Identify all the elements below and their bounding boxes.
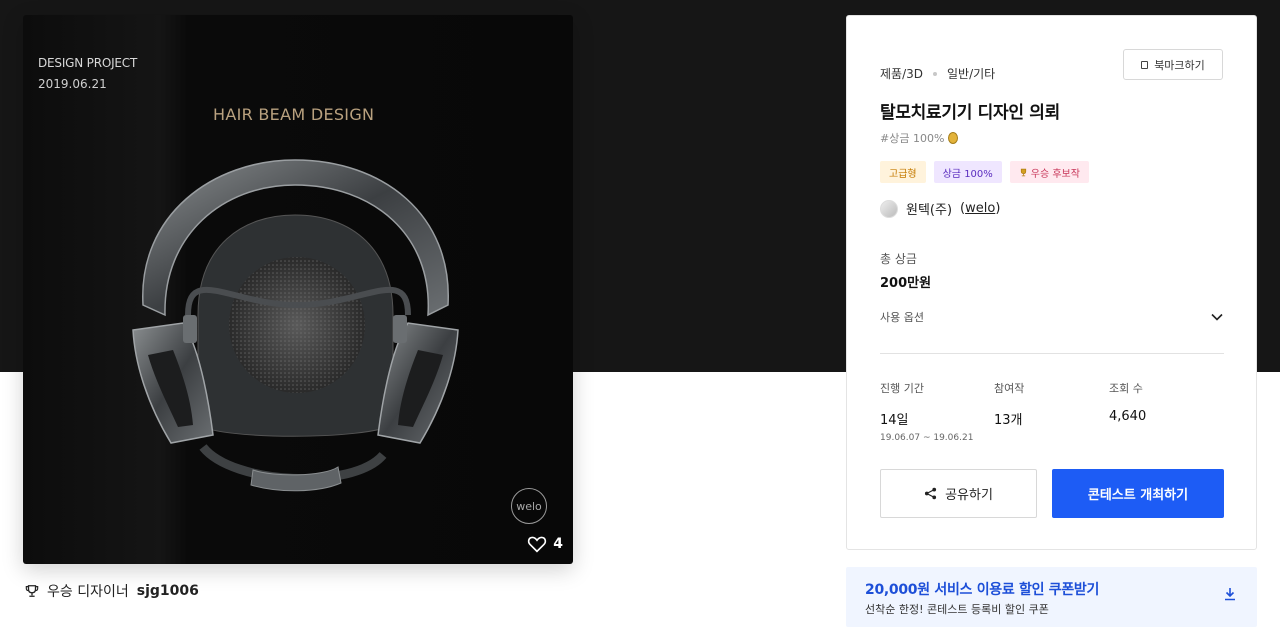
- tag-prize: 상금 100%: [933, 161, 1002, 183]
- host-contest-button[interactable]: 콘테스트 개최하기: [1052, 469, 1224, 518]
- like-button[interactable]: 4: [527, 535, 563, 553]
- heart-icon: [528, 536, 547, 553]
- coupon-banner[interactable]: 20,000원 서비스 이용료 할인 쿠폰받기 선착순 한정! 콘테스트 등록비…: [846, 567, 1257, 627]
- contest-info-card: 제품/3D 일반/기타 북마크하기 탈모치료기기 디자인 의뢰 #상금 100%…: [846, 15, 1257, 550]
- company-avatar: [880, 199, 898, 218]
- category-link[interactable]: 제품/3D: [880, 65, 923, 82]
- coupon-title: 20,000원 서비스 이용료 할인 쿠폰받기: [865, 582, 1100, 598]
- period-value: 14일: [880, 413, 909, 428]
- subcategory-link[interactable]: 일반/기타: [947, 65, 995, 82]
- tag-list: 고급형 상금 100% 우승 후보작: [880, 161, 1089, 183]
- bookmark-icon: [1141, 60, 1149, 69]
- winner-label: 우승 디자이너: [47, 584, 129, 600]
- device-render: [132, 159, 459, 492]
- contest-artwork[interactable]: DESIGN PROJECT 2019.06.21 HAIR BEAM DESI…: [23, 15, 573, 564]
- tag-candidate-label: 우승 후보작: [1030, 168, 1080, 180]
- usage-options-label: 사용 옵션: [880, 311, 924, 324]
- artwork-project-label: DESIGN PROJECT: [38, 56, 138, 70]
- company-handle[interactable]: welo: [965, 201, 995, 216]
- winner-name[interactable]: sjg1006: [137, 583, 199, 599]
- share-label: 공유하기: [945, 488, 993, 503]
- trophy-icon: [1020, 168, 1026, 176]
- bookmark-button[interactable]: 북마크하기: [1123, 49, 1223, 80]
- contest-title: 탈모치료기기 디자인 의뢰: [880, 103, 1060, 123]
- winner-designer: 우승 디자이너 sjg1006: [25, 581, 199, 601]
- views-label: 조회 수: [1109, 382, 1143, 395]
- stat-views: 조회 수 4,640: [1109, 380, 1146, 424]
- total-prize-label: 총 상금: [880, 252, 917, 266]
- views-value: 4,640: [1109, 409, 1147, 424]
- participants-value: 13개: [994, 413, 1023, 428]
- download-icon[interactable]: [1223, 586, 1237, 602]
- company-info[interactable]: 원텍(주) (welo): [880, 199, 1000, 218]
- trophy-icon: [25, 585, 39, 597]
- medal-icon: [948, 132, 959, 144]
- separator-dot: [933, 71, 937, 76]
- share-button[interactable]: 공유하기: [880, 469, 1037, 518]
- divider: [880, 353, 1224, 354]
- stat-participants: 참여작 13개: [994, 380, 1024, 428]
- hashtag-text: #상금 100%: [880, 132, 945, 145]
- tag-premium: 고급형: [880, 161, 926, 183]
- share-icon: [925, 487, 937, 500]
- participants-label: 참여작: [994, 382, 1025, 395]
- company-name: 원텍(주): [906, 203, 953, 218]
- stat-period: 진행 기간 14일 19.06.07 ~ 19.06.21: [880, 380, 973, 443]
- artwork-date: 2019.06.21: [38, 77, 107, 91]
- period-range: 19.06.07 ~ 19.06.21: [880, 433, 974, 443]
- tag-winner-candidate: 우승 후보작: [1009, 161, 1089, 183]
- period-label: 진행 기간: [880, 382, 924, 395]
- chevron-down-icon: [1211, 313, 1223, 321]
- hashtag: #상금 100%: [880, 130, 959, 146]
- welo-logo: welo: [511, 488, 547, 524]
- usage-options-toggle[interactable]: 사용 옵션: [880, 309, 1224, 325]
- artwork-title: HAIR BEAM DESIGN: [213, 105, 375, 124]
- bookmark-label: 북마크하기: [1154, 58, 1205, 72]
- coupon-subtitle: 선착순 한정! 콘테스트 등록비 할인 쿠폰: [865, 603, 1049, 616]
- like-count: 4: [553, 536, 563, 552]
- total-prize-value: 200만원: [880, 276, 932, 291]
- category-breadcrumb: 제품/3D 일반/기타: [880, 65, 995, 82]
